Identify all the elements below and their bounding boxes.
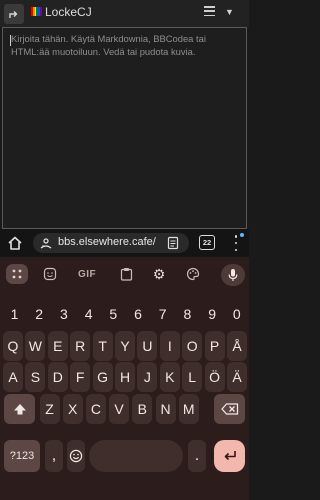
- enter-key[interactable]: [214, 440, 245, 472]
- period-key[interactable]: .: [188, 440, 206, 472]
- pride-flag-icon: [31, 7, 42, 16]
- sticker-icon: [43, 267, 57, 281]
- site-info-icon[interactable]: [39, 236, 53, 250]
- palette-icon: [186, 267, 200, 281]
- key-5[interactable]: 5: [103, 299, 124, 329]
- backspace-key[interactable]: [214, 394, 245, 424]
- key-i[interactable]: I: [159, 331, 180, 361]
- key-ä[interactable]: Ä: [227, 362, 247, 392]
- key-4[interactable]: 4: [78, 299, 99, 329]
- key-b[interactable]: B: [132, 394, 153, 424]
- chevron-down-icon[interactable]: ▼: [225, 7, 234, 17]
- key-n[interactable]: N: [155, 394, 176, 424]
- tab-switcher-button[interactable]: 22: [199, 235, 215, 250]
- emoji-icon: [69, 449, 83, 463]
- composer-placeholder: Kirjoita tähän. Käytä Markdownia, BBCode…: [11, 33, 206, 57]
- key-0[interactable]: 0: [226, 299, 247, 329]
- reply-toggle-button[interactable]: [4, 4, 24, 24]
- comma-key[interactable]: ,: [45, 440, 63, 472]
- key-s[interactable]: S: [25, 362, 46, 392]
- clipboard-button[interactable]: [118, 266, 134, 282]
- emoji-key[interactable]: [67, 440, 85, 472]
- key-g[interactable]: G: [92, 362, 113, 392]
- key-f[interactable]: F: [70, 362, 91, 392]
- key-å[interactable]: Å: [227, 331, 247, 361]
- home-icon[interactable]: [6, 234, 24, 252]
- key-w[interactable]: W: [25, 331, 46, 361]
- key-2[interactable]: 2: [29, 299, 50, 329]
- url-text: bbs.elsewhere.cafe/t: [58, 236, 156, 248]
- key-y[interactable]: Y: [115, 331, 135, 361]
- key-j[interactable]: J: [137, 362, 158, 392]
- space-key[interactable]: [89, 440, 183, 472]
- key-a[interactable]: A: [3, 362, 23, 392]
- key-v[interactable]: V: [109, 394, 130, 424]
- reader-mode-icon[interactable]: [166, 236, 180, 250]
- more-options-icon[interactable]: [234, 235, 238, 251]
- key-u[interactable]: U: [137, 331, 158, 361]
- key-8[interactable]: 8: [177, 299, 198, 329]
- composer-menu-icon[interactable]: [204, 6, 215, 16]
- key-d[interactable]: D: [47, 362, 68, 392]
- settings-gear-icon[interactable]: ⚙: [151, 266, 167, 282]
- theme-button[interactable]: [185, 266, 201, 282]
- shift-key[interactable]: [4, 394, 35, 424]
- microphone-icon: [228, 269, 238, 281]
- key-6[interactable]: 6: [128, 299, 149, 329]
- symbols-key[interactable]: ?123: [4, 440, 40, 472]
- reply-username: LockeCJ: [45, 5, 92, 19]
- backspace-icon: [220, 403, 238, 415]
- key-e[interactable]: E: [47, 331, 68, 361]
- voice-input-button[interactable]: [221, 264, 245, 286]
- key-x[interactable]: X: [62, 394, 83, 424]
- key-q[interactable]: Q: [3, 331, 23, 361]
- key-r[interactable]: R: [70, 331, 91, 361]
- clipboard-icon: [120, 268, 132, 281]
- grid-icon: [12, 269, 22, 279]
- key-m[interactable]: M: [178, 394, 199, 424]
- key-z[interactable]: Z: [39, 394, 60, 424]
- key-t[interactable]: T: [92, 331, 113, 361]
- key-l[interactable]: L: [182, 362, 203, 392]
- key-c[interactable]: C: [85, 394, 106, 424]
- key-9[interactable]: 9: [202, 299, 223, 329]
- key-o[interactable]: O: [182, 331, 203, 361]
- flag-stripe: [40, 7, 42, 16]
- key-3[interactable]: 3: [53, 299, 74, 329]
- update-dot: [240, 233, 244, 237]
- keyboard-apps-button[interactable]: [6, 264, 28, 284]
- key-k[interactable]: K: [159, 362, 180, 392]
- return-arrow-icon: [224, 451, 236, 461]
- key-7[interactable]: 7: [152, 299, 173, 329]
- key-p[interactable]: P: [204, 331, 225, 361]
- share-arrow-icon: [9, 11, 18, 18]
- gif-button[interactable]: GIF: [78, 269, 96, 280]
- key-1[interactable]: 1: [4, 299, 25, 329]
- key-ö[interactable]: Ö: [204, 362, 225, 392]
- shift-arrow-icon: [13, 404, 26, 415]
- sticker-button[interactable]: [42, 266, 58, 282]
- key-h[interactable]: H: [115, 362, 135, 392]
